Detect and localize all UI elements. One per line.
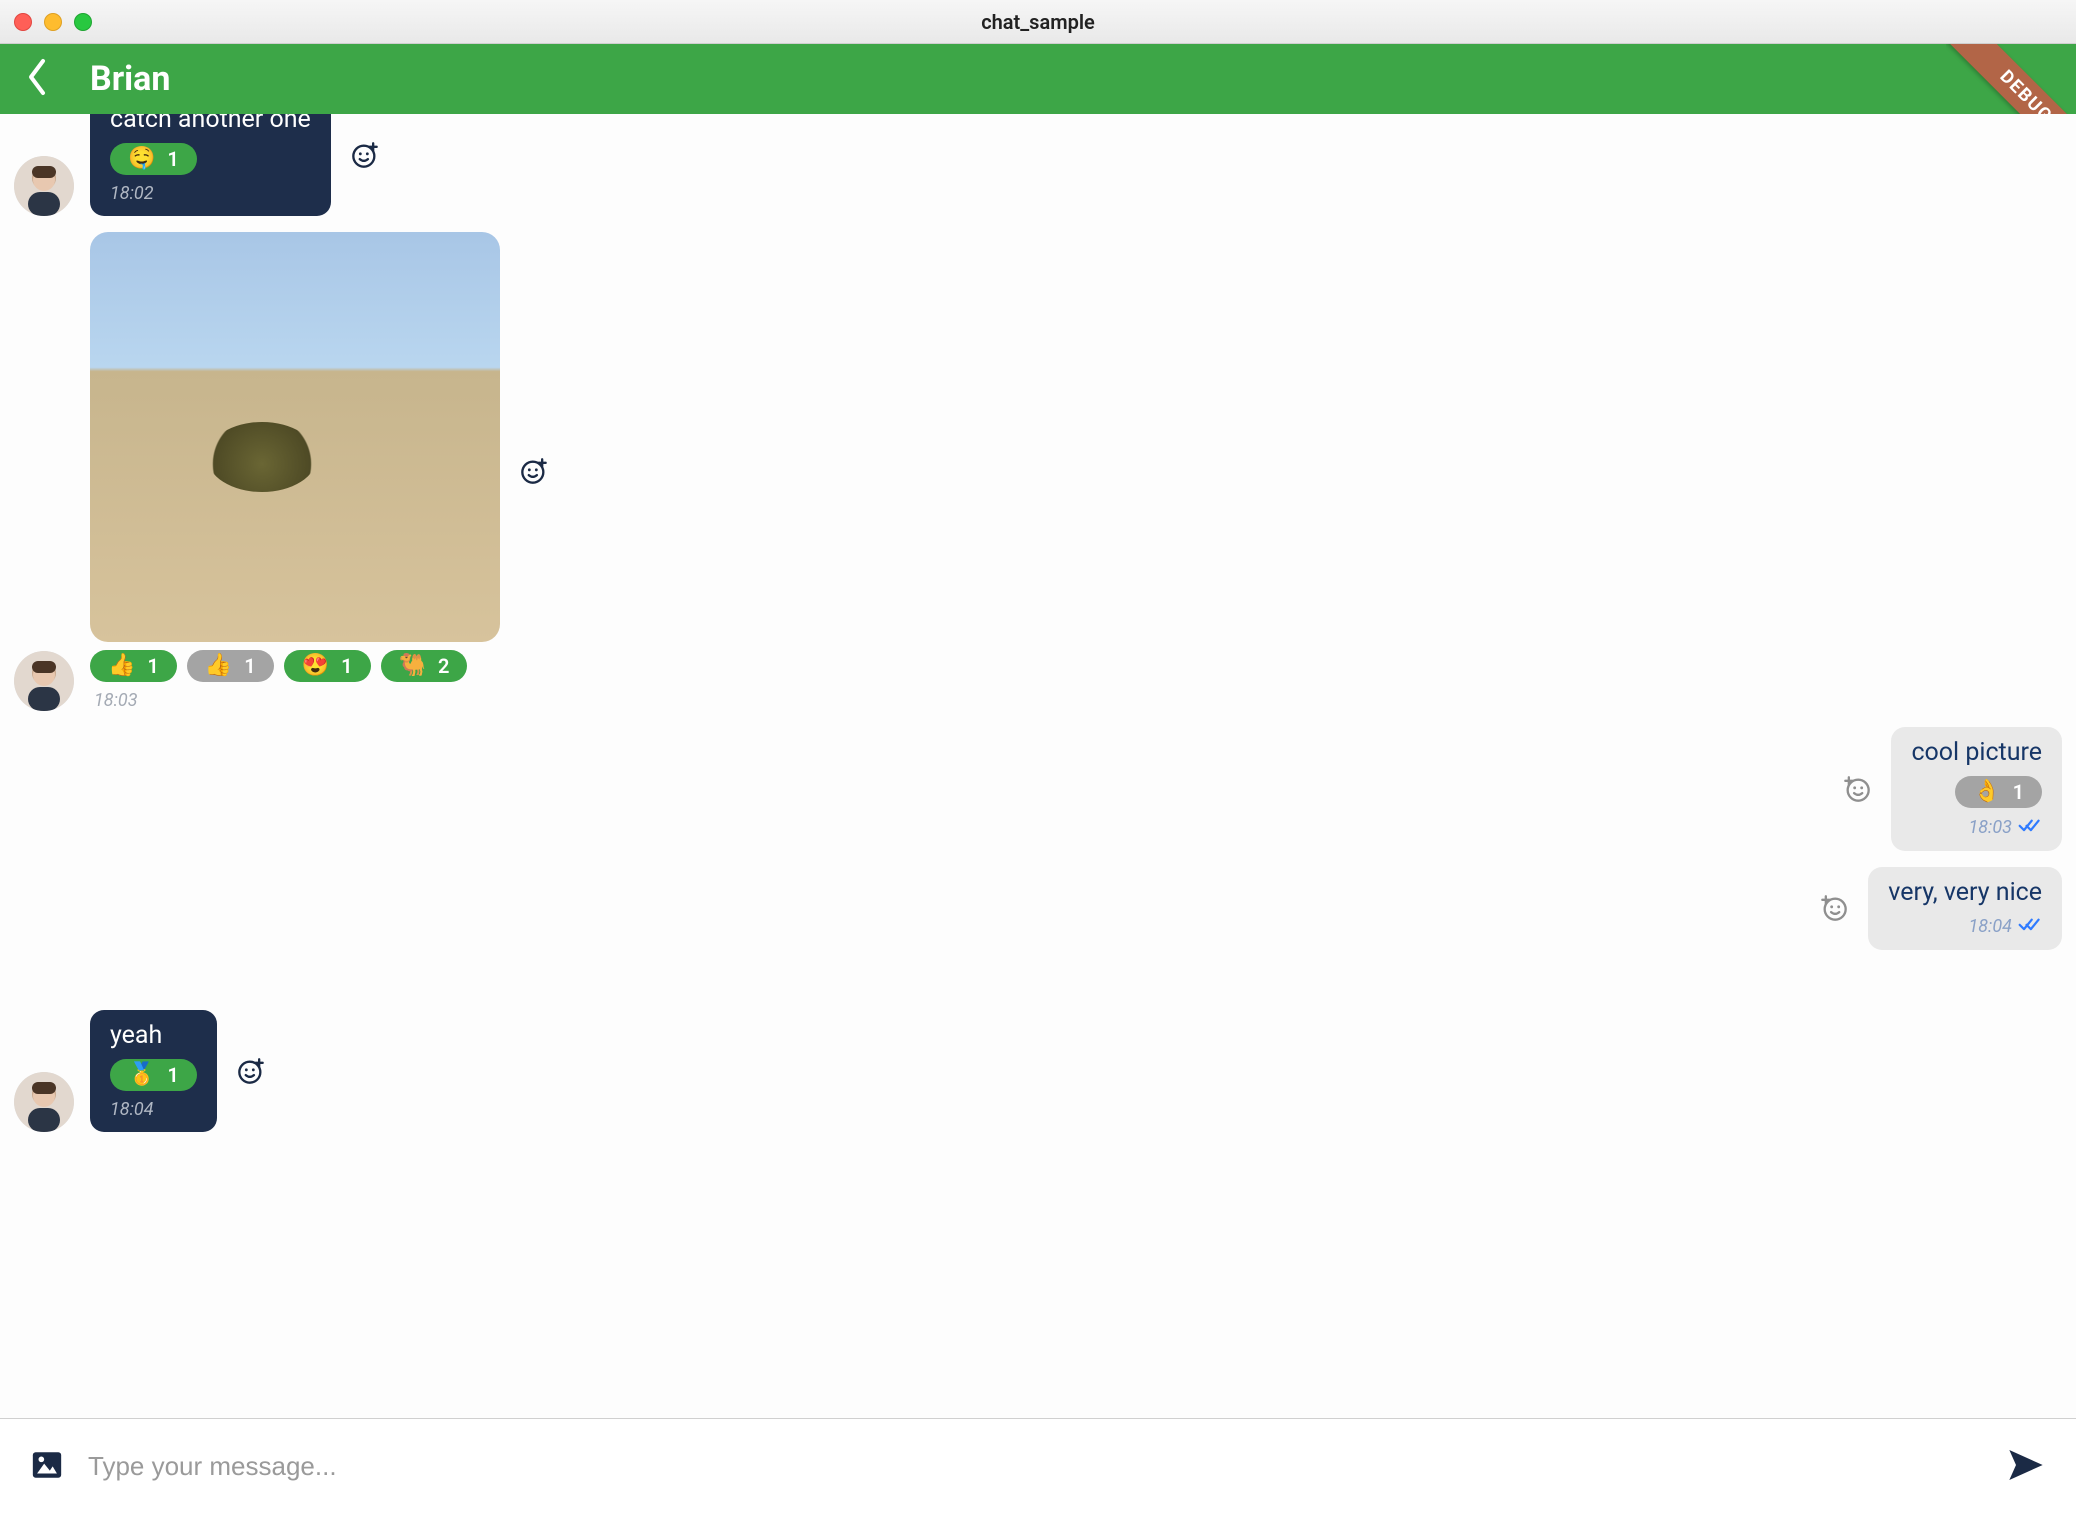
- window-titlebar: chat_sample: [0, 0, 2076, 44]
- contact-name: Brian: [90, 59, 170, 99]
- add-reaction-button[interactable]: [347, 137, 383, 173]
- message-text: yeah: [110, 1022, 197, 1051]
- message-bubble[interactable]: catch another one 🤤 1 18:02: [90, 114, 331, 216]
- reaction-emoji-icon: 😍: [302, 655, 329, 677]
- reaction-count: 1: [341, 654, 352, 678]
- message-text: cool picture: [1911, 739, 2042, 768]
- back-button[interactable]: [24, 57, 50, 101]
- message-timestamp: 18:04: [110, 1099, 154, 1120]
- message-list[interactable]: catch another one 🤤 1 18:02 👍: [0, 114, 2076, 1418]
- add-reaction-button[interactable]: [1816, 890, 1852, 926]
- app-bar: Brian: [0, 44, 2076, 114]
- avatar[interactable]: [14, 1072, 74, 1132]
- reaction-emoji-icon: 🐫: [399, 655, 426, 677]
- message-timestamp: 18:03: [94, 690, 138, 711]
- reaction-count: 2: [438, 654, 449, 678]
- reaction-count: 1: [167, 1063, 178, 1087]
- message-row: cool picture 👌 1 18:03: [14, 727, 2062, 851]
- add-reaction-button[interactable]: [516, 453, 552, 489]
- message-image[interactable]: [90, 232, 500, 642]
- message-timestamp: 18:04: [1968, 916, 2012, 937]
- reaction-pill[interactable]: 👍 1: [90, 650, 177, 682]
- reaction-pill[interactable]: 😍 1: [284, 650, 371, 682]
- reaction-emoji-icon: 🤤: [128, 148, 155, 170]
- reaction-emoji-icon: 👍: [108, 655, 135, 677]
- image-message-bubble[interactable]: 👍 1 👍 1 😍 1 🐫 2 18:03: [90, 232, 500, 711]
- message-row: 👍 1 👍 1 😍 1 🐫 2 18:03: [14, 232, 2062, 711]
- message-row: very, very nice 18:04: [14, 867, 2062, 951]
- reaction-count: 1: [167, 147, 178, 171]
- message-bubble[interactable]: yeah 🥇 1 18:04: [90, 1010, 217, 1132]
- message-timestamp: 18:03: [1968, 817, 2012, 838]
- reaction-count: 1: [244, 654, 255, 678]
- read-receipt-icon: [2018, 915, 2042, 938]
- reaction-pill[interactable]: 🤤 1: [110, 143, 197, 175]
- reaction-pill[interactable]: 🐫 2: [381, 650, 468, 682]
- add-reaction-button[interactable]: [1839, 771, 1875, 807]
- reaction-emoji-icon: 👌: [1973, 781, 2000, 803]
- message-row: yeah 🥇 1 18:04: [14, 1010, 2062, 1132]
- reaction-count: 1: [147, 654, 158, 678]
- reaction-emoji-icon: 👍: [205, 655, 232, 677]
- read-receipt-icon: [2018, 816, 2042, 839]
- message-timestamp: 18:02: [110, 183, 154, 204]
- reaction-pill[interactable]: 👌 1: [1955, 776, 2042, 808]
- reaction-emoji-icon: 🥇: [128, 1064, 155, 1086]
- avatar[interactable]: [14, 156, 74, 216]
- message-bubble[interactable]: very, very nice 18:04: [1868, 867, 2062, 951]
- message-text: very, very nice: [1888, 879, 2042, 908]
- reaction-pill[interactable]: 🥇 1: [110, 1059, 197, 1091]
- add-reaction-button[interactable]: [233, 1053, 269, 1089]
- window-title: chat_sample: [0, 10, 2076, 34]
- message-bubble[interactable]: cool picture 👌 1 18:03: [1891, 727, 2062, 851]
- message-row: catch another one 🤤 1 18:02: [14, 114, 2062, 216]
- reaction-count: 1: [2013, 780, 2024, 804]
- message-input[interactable]: [88, 1451, 1982, 1482]
- send-button[interactable]: [2006, 1445, 2046, 1489]
- composer: [0, 1418, 2076, 1514]
- avatar[interactable]: [14, 651, 74, 711]
- reaction-pill[interactable]: 👍 1: [187, 650, 274, 682]
- attach-image-button[interactable]: [30, 1448, 64, 1486]
- message-text: catch another one: [110, 114, 311, 135]
